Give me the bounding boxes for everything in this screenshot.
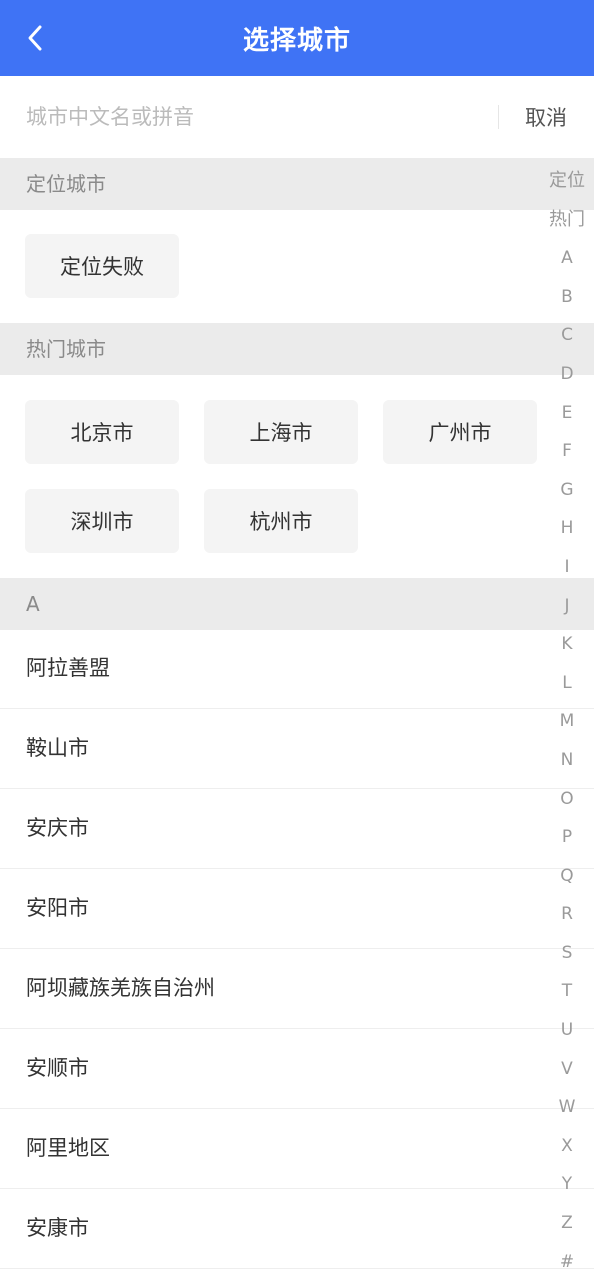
- city-name: 阿拉善盟: [26, 656, 110, 680]
- index-item-x[interactable]: X: [544, 1127, 590, 1166]
- city-list-item[interactable]: 阿坝藏族羌族自治州: [0, 949, 594, 1029]
- city-name: 安庆市: [26, 816, 89, 840]
- index-item-j[interactable]: J: [544, 587, 590, 626]
- alphabet-index: 定位 热门 A B C D E F G H I J K L M N O P Q …: [544, 162, 590, 1280]
- section-title: 定位城市: [26, 172, 106, 196]
- section-letter: A: [26, 592, 40, 616]
- city-list-item[interactable]: 安康市: [0, 1189, 594, 1269]
- hot-city-chip[interactable]: 北京市: [25, 400, 179, 464]
- index-item-i[interactable]: I: [544, 548, 590, 587]
- city-name: 阿坝藏族羌族自治州: [26, 976, 215, 1000]
- index-item-b[interactable]: B: [544, 278, 590, 317]
- hot-city-chip[interactable]: 杭州市: [204, 489, 358, 553]
- index-item-v[interactable]: V: [544, 1050, 590, 1089]
- city-list-item[interactable]: 阿里地区: [0, 1109, 594, 1189]
- index-item-u[interactable]: U: [544, 1011, 590, 1050]
- index-item-g[interactable]: G: [544, 471, 590, 510]
- index-item-p[interactable]: P: [544, 818, 590, 857]
- index-item-hash[interactable]: #: [544, 1243, 590, 1281]
- app-header: 选择城市: [0, 0, 594, 76]
- index-item-y[interactable]: Y: [544, 1165, 590, 1204]
- city-list-item[interactable]: 安庆市: [0, 789, 594, 869]
- index-item-w[interactable]: W: [544, 1088, 590, 1127]
- section-header-letter: A: [0, 578, 594, 630]
- section-header-hot: 热门城市: [0, 323, 594, 375]
- search-bar: 取消: [0, 76, 594, 158]
- index-item-l[interactable]: L: [544, 664, 590, 703]
- index-item-s[interactable]: S: [544, 934, 590, 973]
- section-title: 热门城市: [26, 337, 106, 361]
- city-list-item[interactable]: 安阳市: [0, 869, 594, 949]
- index-item-n[interactable]: N: [544, 741, 590, 780]
- city-list: 阿拉善盟 鞍山市 安庆市 安阳市 阿坝藏族羌族自治州 安顺市 阿里地区 安康市: [0, 629, 594, 1269]
- located-city-chip[interactable]: 定位失败: [25, 234, 179, 298]
- index-item-c[interactable]: C: [544, 316, 590, 355]
- index-item-d[interactable]: D: [544, 355, 590, 394]
- index-item-r[interactable]: R: [544, 895, 590, 934]
- cancel-button[interactable]: 取消: [510, 96, 582, 138]
- index-item-a[interactable]: A: [544, 239, 590, 278]
- city-name: 安顺市: [26, 1056, 89, 1080]
- index-item-e[interactable]: E: [544, 394, 590, 433]
- hot-city-chip[interactable]: 上海市: [204, 400, 358, 464]
- search-input[interactable]: [26, 96, 486, 138]
- city-name: 鞍山市: [26, 736, 89, 760]
- hot-city-chip[interactable]: 深圳市: [25, 489, 179, 553]
- index-item-f[interactable]: F: [544, 432, 590, 471]
- index-item-h[interactable]: H: [544, 509, 590, 548]
- back-arrow-icon[interactable]: [20, 22, 50, 54]
- search-divider: [498, 105, 499, 129]
- index-item-t[interactable]: T: [544, 972, 590, 1011]
- index-item-located[interactable]: 定位: [544, 162, 590, 201]
- city-name: 安阳市: [26, 896, 89, 920]
- city-list-item[interactable]: 阿拉善盟: [0, 629, 594, 709]
- index-item-z[interactable]: Z: [544, 1204, 590, 1243]
- index-item-o[interactable]: O: [544, 780, 590, 819]
- city-list-item[interactable]: 鞍山市: [0, 709, 594, 789]
- city-name: 安康市: [26, 1216, 89, 1240]
- index-item-k[interactable]: K: [544, 625, 590, 664]
- index-item-hot[interactable]: 热门: [544, 201, 590, 240]
- city-list-item[interactable]: 安顺市: [0, 1029, 594, 1109]
- index-item-q[interactable]: Q: [544, 857, 590, 896]
- index-item-m[interactable]: M: [544, 702, 590, 741]
- city-name: 阿里地区: [26, 1136, 110, 1160]
- hot-city-chip[interactable]: 广州市: [383, 400, 537, 464]
- section-header-located: 定位城市: [0, 158, 594, 210]
- page-title: 选择城市: [242, 25, 351, 56]
